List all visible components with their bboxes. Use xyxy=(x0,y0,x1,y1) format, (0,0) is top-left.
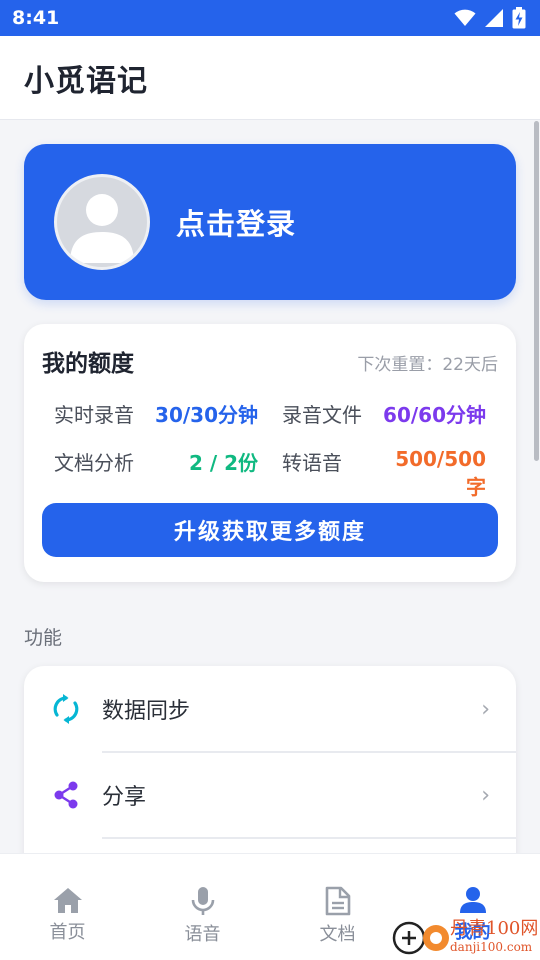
quota-value-realtime-recording: 30/30分钟 xyxy=(155,403,258,427)
quota-value-document-analysis: 2 / 2份 xyxy=(188,451,258,475)
status-time: 8:41 xyxy=(12,7,60,29)
person-icon xyxy=(459,887,486,913)
watermark-line2: danji100.com xyxy=(450,940,533,954)
share-icon xyxy=(54,781,78,809)
quota-card: 我的额度 下次重置：22天后 实时录音 30/30分钟 录音文件 60/60分钟… xyxy=(24,324,516,582)
scrollbar[interactable] xyxy=(534,121,539,461)
main-content[interactable]: 点击登录 我的额度 下次重置：22天后 实时录音 30/30分钟 录音文件 60… xyxy=(0,121,540,853)
nav-label-home: 首页 xyxy=(49,922,86,943)
upgrade-button[interactable]: 升级获取更多额度 xyxy=(42,503,498,557)
function-label-share: 分享 xyxy=(102,785,147,810)
quota-reset-text: 下次重置：22天后 xyxy=(357,355,498,375)
default-avatar-icon xyxy=(70,194,134,263)
watermark-line1: 丹青100网 xyxy=(450,918,539,939)
wifi-icon xyxy=(454,9,476,26)
function-label-data-sync: 数据同步 xyxy=(102,699,191,724)
divider xyxy=(102,837,516,839)
quota-title: 我的额度 xyxy=(42,351,134,377)
nav-label-documents: 文档 xyxy=(319,924,356,945)
quota-value-recording-file: 60/60分钟 xyxy=(383,403,486,427)
function-item-share[interactable]: 分享 › xyxy=(24,752,516,838)
battery-charging-icon xyxy=(512,7,526,29)
chevron-right-icon: › xyxy=(481,782,490,808)
quota-value-text-to-speech: 500/500字 xyxy=(395,447,486,499)
home-icon xyxy=(53,888,82,913)
login-label[interactable]: 点击登录 xyxy=(176,201,296,243)
nav-tab-home[interactable]: 首页 xyxy=(0,854,135,960)
nav-tab-voice[interactable]: 语音 xyxy=(135,854,270,960)
app-title: 小觅语记 xyxy=(24,63,148,99)
chevron-right-icon: › xyxy=(481,696,490,722)
section-label-functions: 功能 xyxy=(24,627,63,649)
watermark: 丹青100网 danji100.com xyxy=(392,912,540,960)
sync-icon xyxy=(53,694,79,724)
function-item-data-sync[interactable]: 数据同步 › xyxy=(24,666,516,752)
avatar[interactable] xyxy=(54,174,150,270)
quota-label-document-analysis: 文档分析 xyxy=(54,451,134,475)
quota-label-recording-file: 录音文件 xyxy=(282,403,362,427)
signal-icon xyxy=(485,9,503,27)
quota-label-text-to-speech: 转语音 xyxy=(282,451,342,475)
status-bar: 8:41 xyxy=(0,0,540,36)
quota-label-realtime-recording: 实时录音 xyxy=(54,403,134,427)
app-bar: 小觅语记 xyxy=(0,36,540,120)
microphone-icon xyxy=(191,887,214,915)
document-icon xyxy=(325,886,350,916)
nav-label-voice: 语音 xyxy=(184,924,221,945)
login-card[interactable]: 点击登录 xyxy=(24,144,516,300)
watermark-logo xyxy=(392,921,449,955)
status-icons xyxy=(454,7,526,29)
function-list: 数据同步 › 分享 › xyxy=(24,666,516,853)
nav-tab-documents[interactable]: 文档 xyxy=(270,854,405,960)
